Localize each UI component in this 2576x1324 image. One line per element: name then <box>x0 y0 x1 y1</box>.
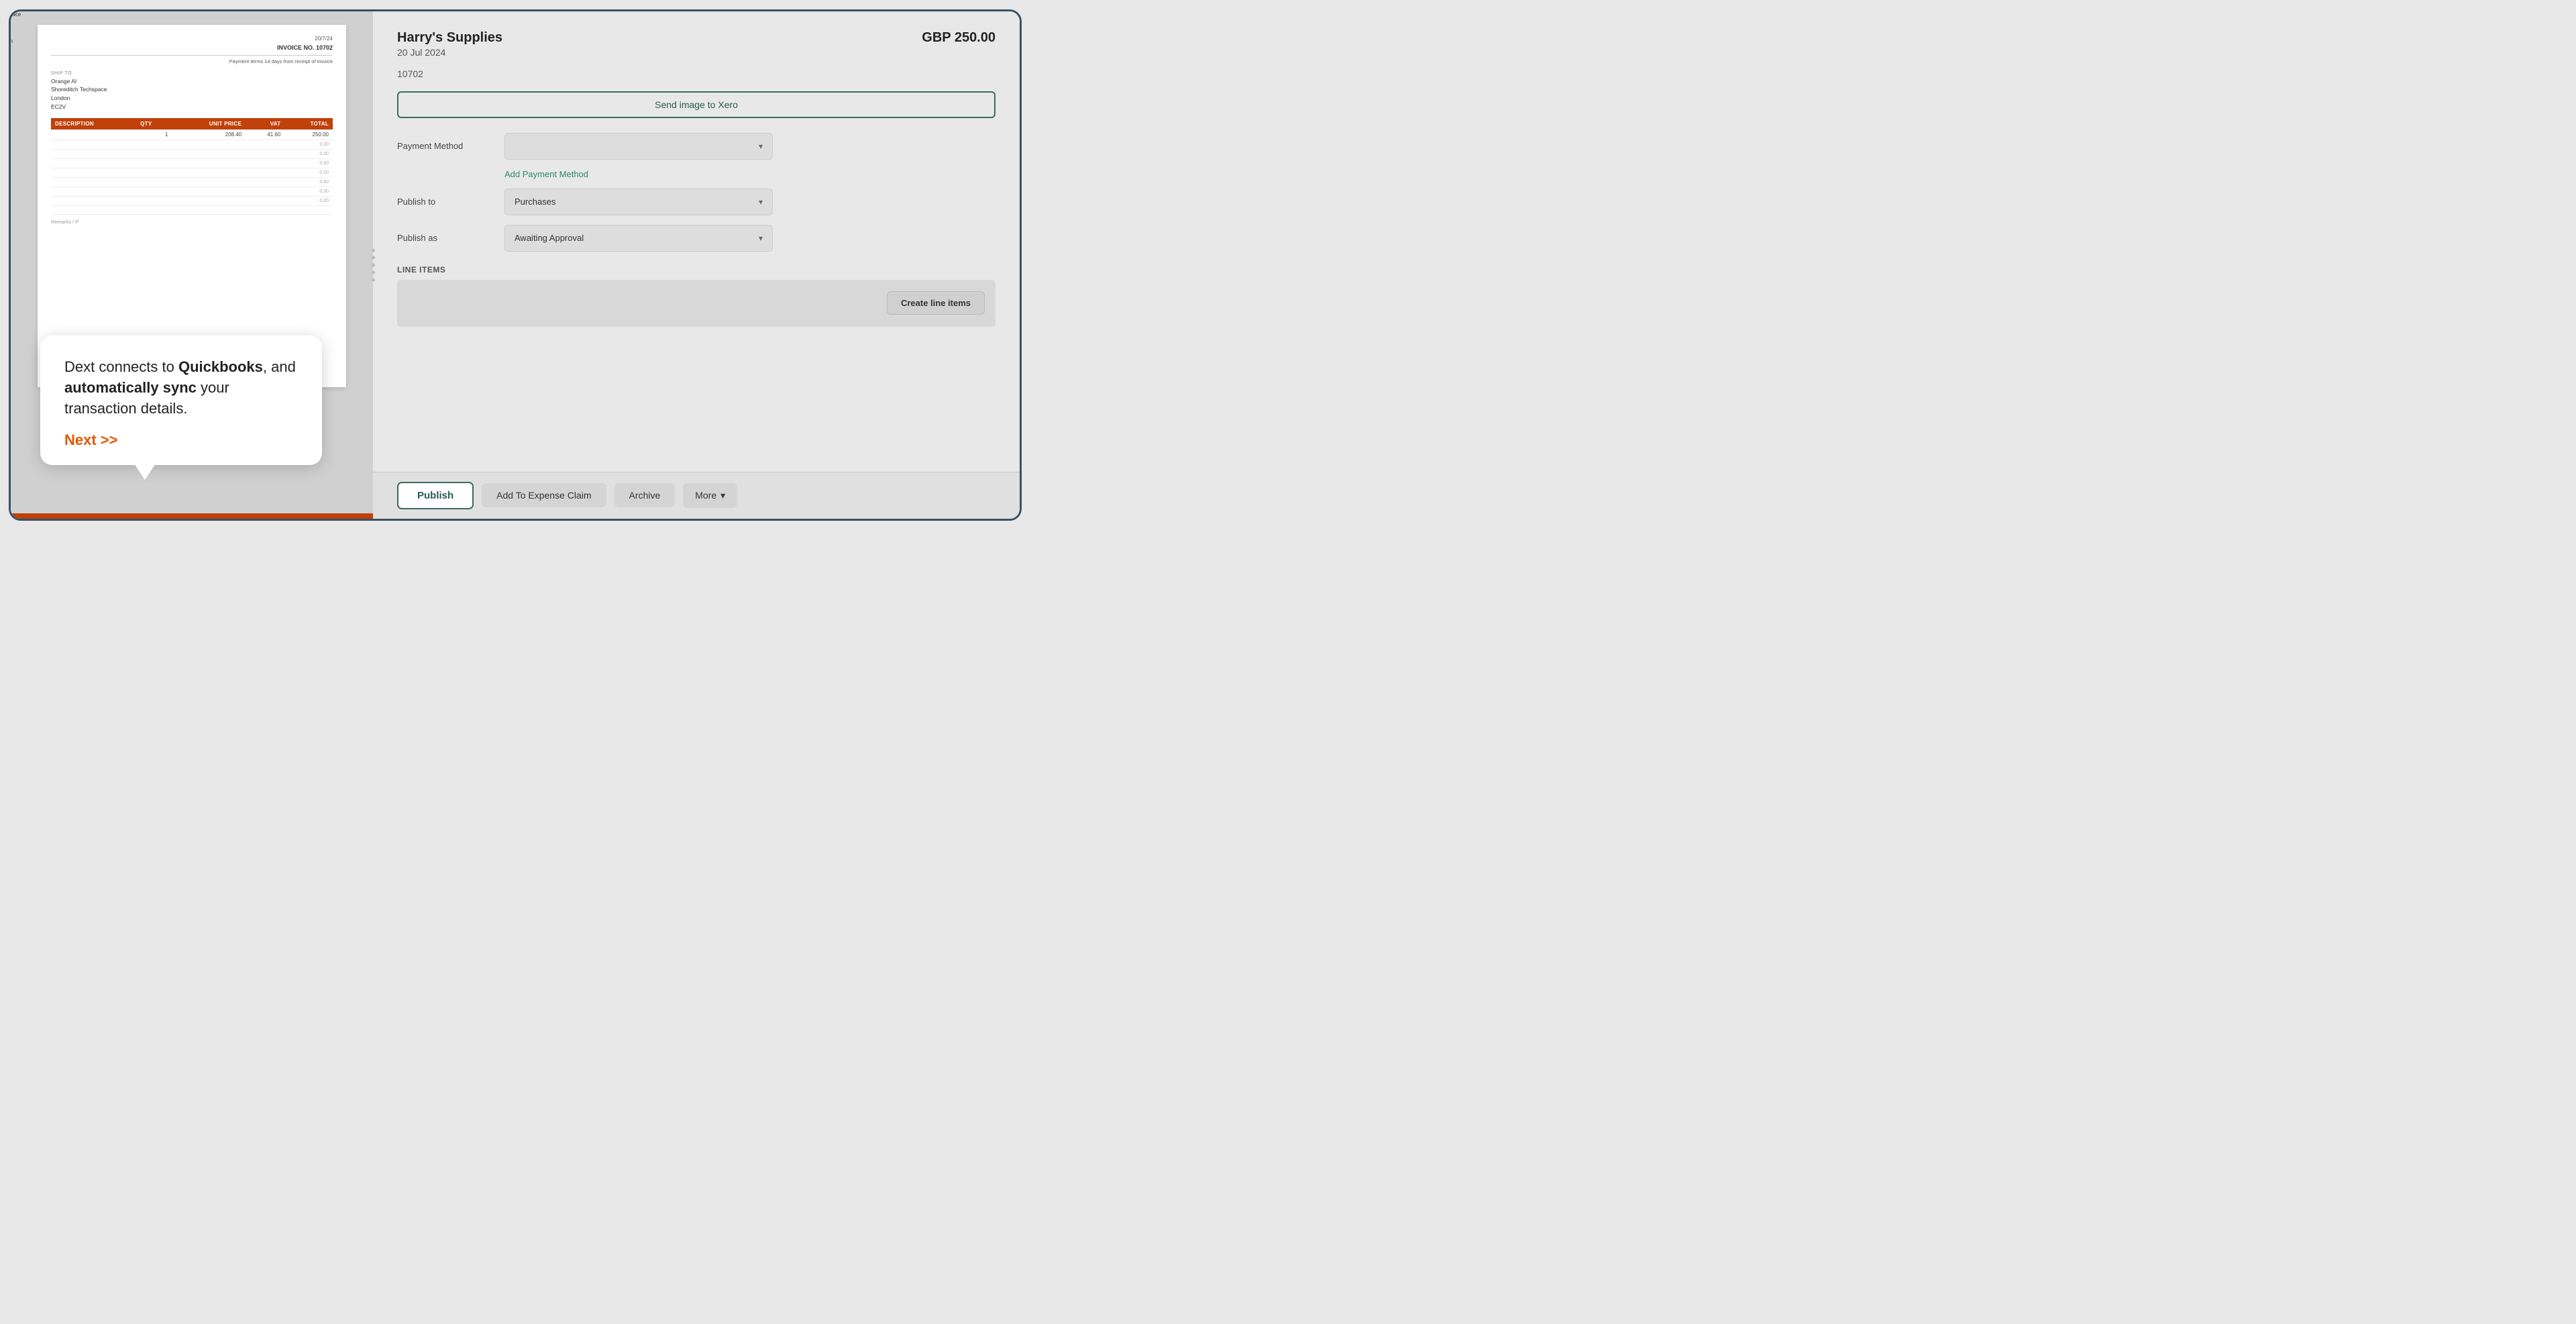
chevron-down-icon: ▾ <box>759 197 763 207</box>
col-qty: QTY <box>136 118 172 130</box>
invoice-table: DESCRIPTION QTY UNIT PRICE VAT TOTAL 1 2… <box>51 118 333 206</box>
remarks-section: Remarks / P <box>51 214 333 225</box>
publish-as-label: Publish as <box>397 233 504 243</box>
table-row: 0.00 <box>51 187 333 196</box>
create-line-items-button[interactable]: Create line items <box>887 291 985 315</box>
invoice-paper: 20/7/24 INVOICE NO. 10702 Payment terms … <box>38 25 346 387</box>
publish-to-row: Publish to Purchases ▾ <box>397 189 996 215</box>
col-vat: VAT <box>246 118 284 130</box>
supplier-name: Harry's Supplies <box>397 30 502 46</box>
publish-as-row: Publish as Awaiting Approval ▾ <box>397 225 996 252</box>
supplier-info: Harry's Supplies 20 Jul 2024 <box>397 30 502 58</box>
payment-method-row: Payment Method ▾ <box>397 133 996 160</box>
invoice-ref-number: 10702 <box>397 68 996 79</box>
table-row: 0.00 <box>51 158 333 168</box>
table-row: 1 208.40 41.60 250.00 <box>51 130 333 140</box>
scroll-dot <box>372 278 375 281</box>
ship-to-section: SHIP TO Orange AI Shoreditch Techspace L… <box>51 71 333 111</box>
cell-desc <box>51 130 136 140</box>
cell-unit-price: 208.40 <box>172 130 246 140</box>
action-bar: Publish Add To Expense Claim Archive Mor… <box>373 472 1020 519</box>
ship-to-address2: London <box>51 94 333 103</box>
invoice-payment-terms: Payment terms 14 days from receipt of in… <box>51 55 333 64</box>
publish-as-select[interactable]: Awaiting Approval ▾ <box>504 225 773 252</box>
orange-bottom-bar <box>11 513 373 519</box>
table-row: 0.00 <box>51 168 333 177</box>
publish-as-value: Awaiting Approval <box>515 233 584 243</box>
payment-method-select[interactable]: ▾ <box>504 133 773 160</box>
callout-brand: Quickbooks <box>178 358 263 375</box>
scroll-dot <box>372 270 375 274</box>
col-total: TOTAL <box>284 118 333 130</box>
add-payment-method-link[interactable]: Add Payment Method <box>504 169 996 179</box>
invoice-date-header: 20/7/24 <box>51 36 333 42</box>
publish-button[interactable]: Publish <box>397 482 474 509</box>
publish-to-select[interactable]: Purchases ▾ <box>504 189 773 215</box>
scroll-indicator <box>372 248 375 281</box>
table-row: 0.00 <box>51 177 333 187</box>
scroll-dot <box>372 248 375 252</box>
callout-text-part1: Dext connects to <box>64 358 178 375</box>
cell-vat: 41.60 <box>246 130 284 140</box>
callout-body: Dext connects to Quickbooks, and automat… <box>64 357 298 419</box>
invoice-number: INVOICE NO. 10702 <box>51 44 333 51</box>
more-label: More <box>695 490 716 501</box>
col-unit-price: UNIT PRICE <box>172 118 246 130</box>
line-items-box: Create line items <box>397 280 996 327</box>
cell-total: 250.00 <box>284 130 333 140</box>
callout-tooltip: Dext connects to Quickbooks, and automat… <box>40 336 322 464</box>
cell-qty: 1 <box>136 130 172 140</box>
table-row: 0.00 <box>51 149 333 158</box>
invoice-amount: GBP 250.00 <box>922 30 996 46</box>
chevron-down-icon: ▾ <box>759 234 763 243</box>
ship-to-label: SHIP TO <box>51 71 333 76</box>
line-items-section: LINE ITEMS Create line items <box>397 265 996 327</box>
ship-to-address1: Shoreditch Techspace <box>51 85 333 94</box>
chevron-down-icon: ▾ <box>720 490 725 501</box>
scroll-dot <box>372 256 375 259</box>
scroll-dot <box>372 263 375 266</box>
payment-method-label: Payment Method <box>397 141 504 151</box>
side-label-m: m <box>11 38 13 44</box>
more-button[interactable]: More ▾ <box>683 483 737 508</box>
archive-button[interactable]: Archive <box>614 483 676 507</box>
remarks-label: Remarks / P <box>51 219 78 225</box>
invoice-summary-header: Harry's Supplies 20 Jul 2024 GBP 250.00 <box>397 30 996 58</box>
cell-empty-total: 0.00 <box>284 140 333 149</box>
callout-text-part2: , and <box>263 358 296 375</box>
line-items-label: LINE ITEMS <box>397 265 996 274</box>
invoice-preview-panel: 20/7/24 INVOICE NO. 10702 Payment terms … <box>11 11 373 519</box>
table-row: 0.00 <box>51 140 333 149</box>
side-label-hspace: hspace <box>11 11 21 17</box>
chevron-down-icon: ▾ <box>759 142 763 151</box>
table-row: 0.00 <box>51 196 333 205</box>
send-xero-button[interactable]: Send image to Xero <box>397 91 996 118</box>
col-description: DESCRIPTION <box>51 118 136 130</box>
add-expense-button[interactable]: Add To Expense Claim <box>482 483 606 507</box>
invoice-date-display: 20 Jul 2024 <box>397 47 502 58</box>
ship-to-address3: EC2V <box>51 103 333 111</box>
ship-to-company: Orange AI <box>51 77 333 86</box>
app-frame: 20/7/24 INVOICE NO. 10702 Payment terms … <box>9 9 1022 521</box>
publish-to-value: Purchases <box>515 197 555 207</box>
details-panel: Harry's Supplies 20 Jul 2024 GBP 250.00 … <box>373 11 1020 519</box>
publish-to-label: Publish to <box>397 197 504 207</box>
next-button[interactable]: Next >> <box>64 431 298 449</box>
callout-emphasis: automatically sync <box>64 379 197 396</box>
